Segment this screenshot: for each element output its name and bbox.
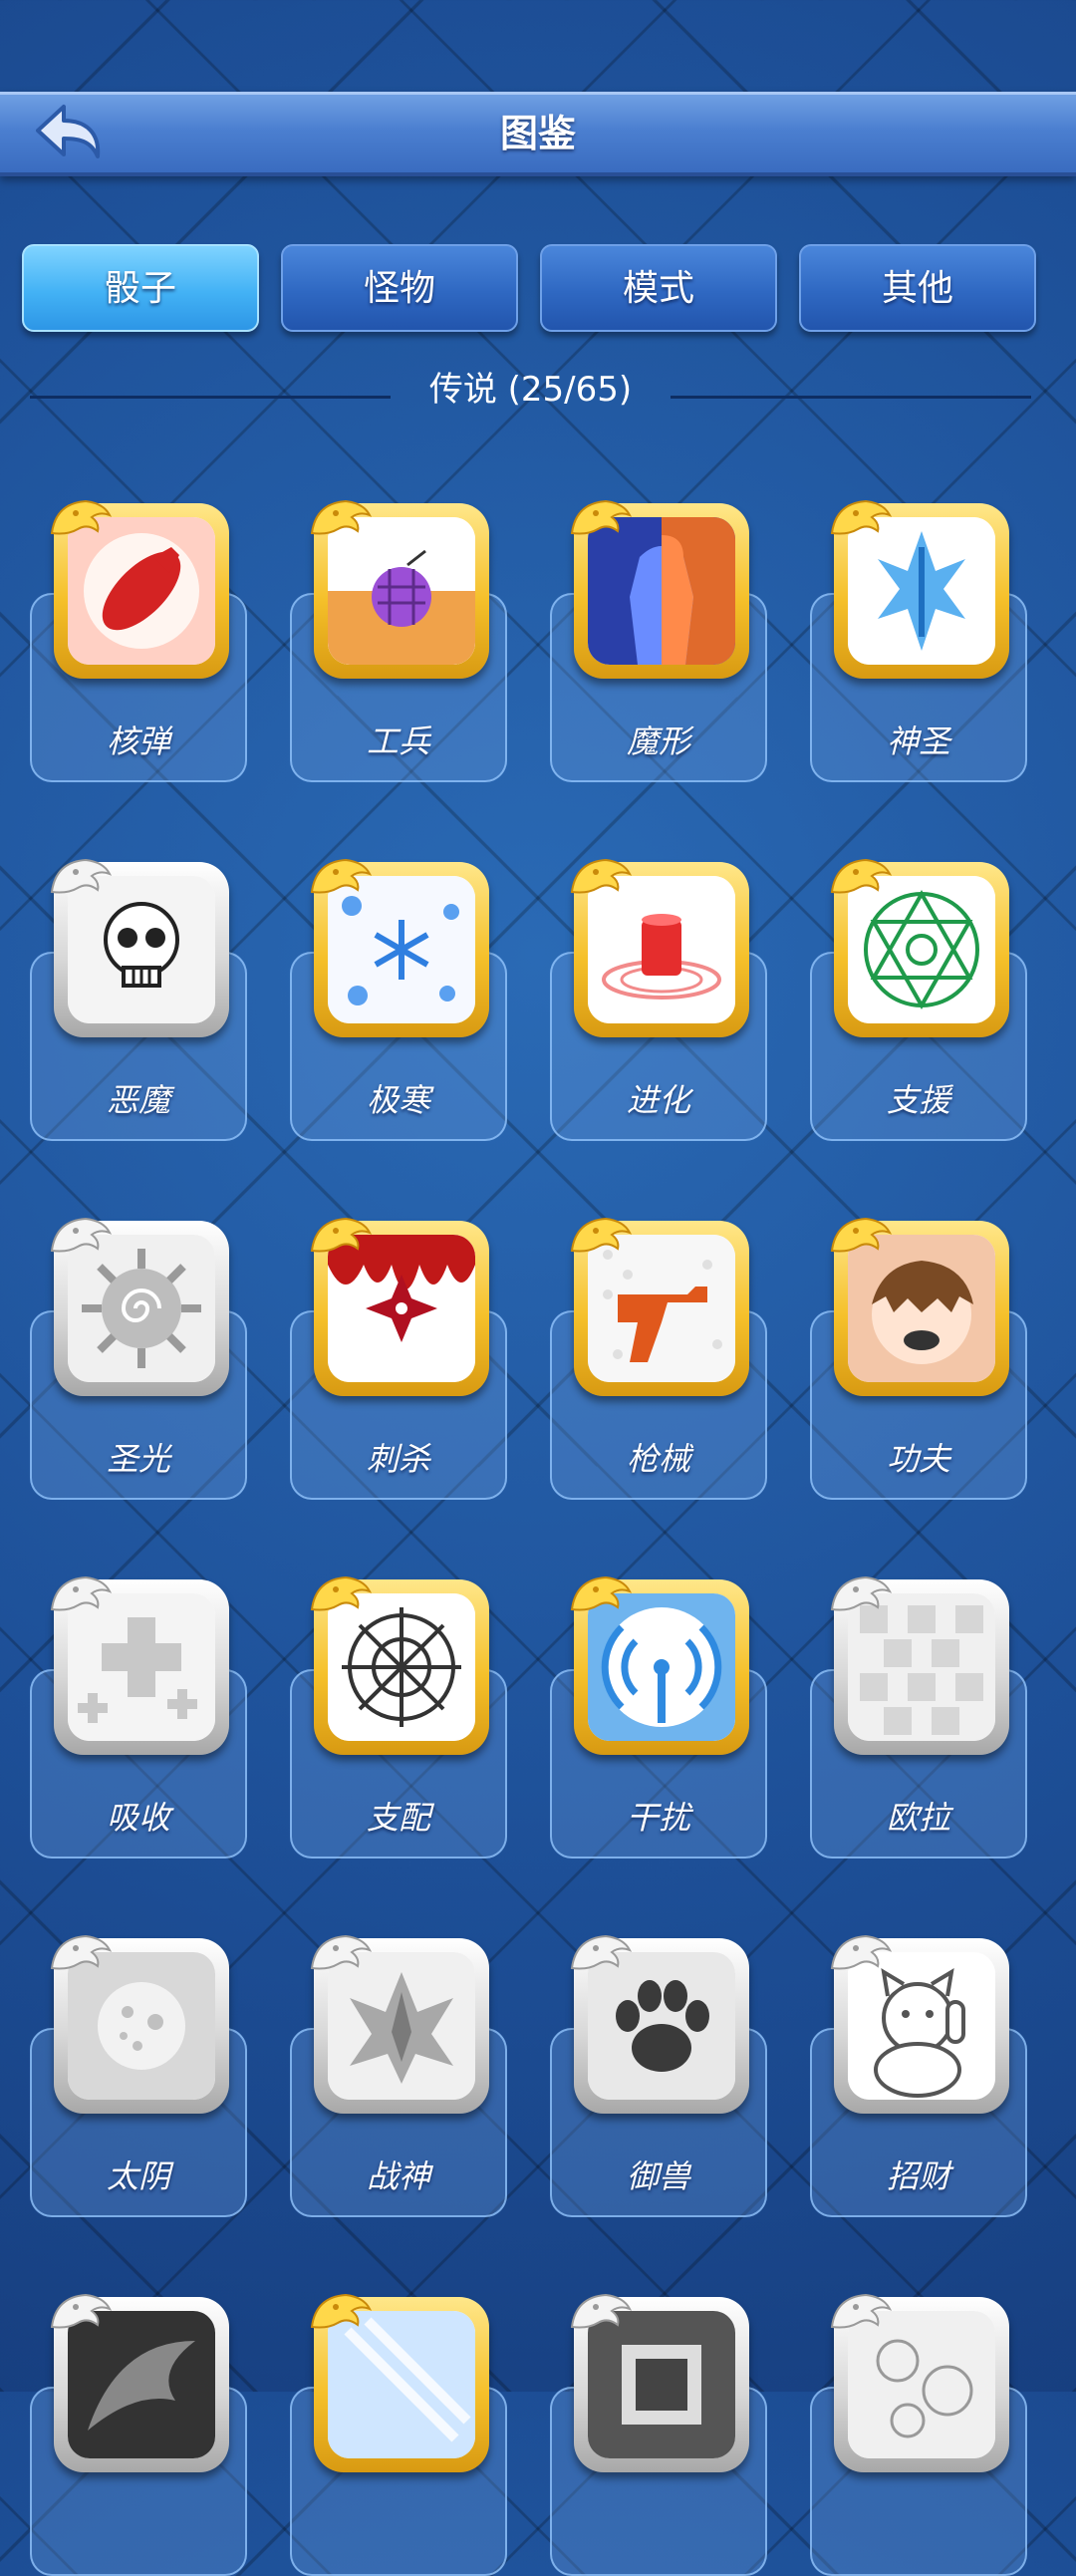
dice-name: 枪械 xyxy=(626,1440,690,1478)
dice-name: 御兽 xyxy=(626,2157,690,2195)
dice-name: 支援 xyxy=(886,1081,950,1119)
dragon-ornament-icon xyxy=(310,499,373,535)
dragon-ornament-icon xyxy=(570,2293,633,2329)
dragon-ornament-icon xyxy=(310,1217,373,1253)
dragon-ornament-icon xyxy=(570,499,633,535)
dice-frame[interactable] xyxy=(570,2293,749,2472)
dice-frame[interactable] xyxy=(310,1575,489,1755)
dragon-ornament-icon xyxy=(310,2293,373,2329)
dragon-ornament-icon xyxy=(310,1575,373,1611)
dragon-ornament-icon xyxy=(570,1575,633,1611)
dragon-ornament-icon xyxy=(310,1934,373,1970)
dragon-ornament-icon xyxy=(830,499,893,535)
dice-frame[interactable] xyxy=(570,1934,749,2114)
dragon-ornament-icon xyxy=(830,2293,893,2329)
dragon-ornament-icon xyxy=(570,858,633,894)
dragon-ornament-icon xyxy=(830,1575,893,1611)
dice-frame[interactable] xyxy=(570,1575,749,1755)
dice-name: 干扰 xyxy=(626,1799,690,1837)
dragon-ornament-icon xyxy=(50,1575,113,1611)
dice-frame[interactable] xyxy=(50,1575,229,1755)
dice-frame[interactable] xyxy=(310,1934,489,2114)
dice-grid: 核弹 工兵 魔形 神圣恶魔 极寒 进化 支援圣光 刺杀 枪械 功夫吸收 支配 干扰 欧拉太阴 战神 御兽 招财 xyxy=(0,0,1076,2576)
dice-frame[interactable] xyxy=(570,1217,749,1396)
dice-frame[interactable] xyxy=(830,858,1009,1037)
dice-frame[interactable] xyxy=(830,1934,1009,2114)
dice-name: 支配 xyxy=(366,1799,430,1837)
dice-frame[interactable] xyxy=(50,858,229,1037)
dragon-ornament-icon xyxy=(50,499,113,535)
dice-frame[interactable] xyxy=(310,1217,489,1396)
dragon-ornament-icon xyxy=(570,1934,633,1970)
dice-name: 工兵 xyxy=(366,722,430,760)
dice-name: 圣光 xyxy=(106,1440,170,1478)
dice-name: 吸收 xyxy=(106,1799,170,1837)
dice-frame[interactable] xyxy=(570,499,749,679)
dice-frame[interactable] xyxy=(570,858,749,1037)
dice-frame[interactable] xyxy=(830,499,1009,679)
dice-name: 恶魔 xyxy=(106,1081,170,1119)
dice-name: 神圣 xyxy=(886,722,950,760)
dice-name: 欧拉 xyxy=(886,1799,950,1837)
dice-frame[interactable] xyxy=(50,499,229,679)
dragon-ornament-icon xyxy=(50,1217,113,1253)
dragon-ornament-icon xyxy=(830,1934,893,1970)
dice-frame[interactable] xyxy=(830,1575,1009,1755)
dice-name: 功夫 xyxy=(886,1440,950,1478)
dice-name: 太阴 xyxy=(106,2157,170,2195)
dragon-ornament-icon xyxy=(50,2293,113,2329)
dragon-ornament-icon xyxy=(310,858,373,894)
dice-frame[interactable] xyxy=(830,1217,1009,1396)
dice-name: 招财 xyxy=(886,2157,950,2195)
dice-frame[interactable] xyxy=(830,2293,1009,2472)
dragon-ornament-icon xyxy=(50,1934,113,1970)
dice-name: 刺杀 xyxy=(366,1440,430,1478)
dice-frame[interactable] xyxy=(310,2293,489,2472)
dice-name: 进化 xyxy=(626,1081,690,1119)
dice-name: 魔形 xyxy=(626,722,690,760)
dice-name: 极寒 xyxy=(366,1081,430,1119)
dragon-ornament-icon xyxy=(830,858,893,894)
dragon-ornament-icon xyxy=(50,858,113,894)
dragon-ornament-icon xyxy=(830,1217,893,1253)
dice-frame[interactable] xyxy=(50,2293,229,2472)
dice-frame[interactable] xyxy=(50,1934,229,2114)
dice-frame[interactable] xyxy=(50,1217,229,1396)
dice-frame[interactable] xyxy=(310,499,489,679)
dice-name: 核弹 xyxy=(106,722,170,760)
dragon-ornament-icon xyxy=(570,1217,633,1253)
dice-frame[interactable] xyxy=(310,858,489,1037)
dice-name: 战神 xyxy=(366,2157,430,2195)
